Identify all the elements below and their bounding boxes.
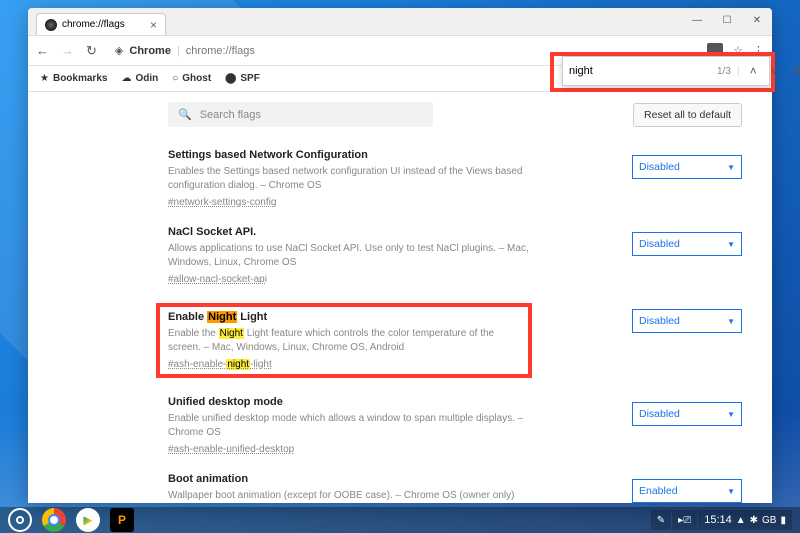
minimize-button[interactable]: — [682,8,712,32]
pen-tray-icon[interactable]: ✎ [651,510,671,530]
reset-all-button[interactable]: Reset all to default [633,103,742,127]
flag-dropdown[interactable]: Disabled [632,309,742,333]
flag-item-highlighted: Enable Night Light Enable the Night Ligh… [168,295,752,388]
app-icon[interactable]: P [110,508,134,532]
flag-description: Allows applications to use NaCl Socket A… [168,242,558,270]
system-tray[interactable]: ✎ ▸⎚ 15:14 ▲ ✱ GB ▮ [651,510,792,530]
search-flags-input[interactable]: 🔍 Search flags [168,102,433,127]
flag-anchor[interactable]: #allow-nacl-socket-api [168,274,558,285]
clock: 15:14 [704,514,732,526]
reload-button[interactable]: ↻ [86,43,97,59]
flag-item: Boot animation Wallpaper boot animation … [168,465,752,503]
flag-description: Enables the Settings based network confi… [168,165,558,193]
flag-dropdown[interactable]: Disabled [632,155,742,179]
maximize-button[interactable]: ☐ [712,8,742,32]
find-close-icon[interactable]: ✕ [788,62,800,80]
cast-tray-icon[interactable]: ▸⎚ [672,510,697,530]
find-prev-icon[interactable]: ˄ [746,62,761,80]
close-button[interactable]: ✕ [742,8,772,32]
bookmark-item[interactable]: ○ Ghost [172,73,211,84]
site-info-icon[interactable]: ◈ [115,44,123,57]
flag-description: Enable the Night Light feature which con… [168,327,520,355]
launcher-button[interactable] [8,508,32,532]
find-input[interactable] [569,65,711,77]
flag-title: Boot animation [168,473,558,485]
find-count: 1/3 [717,66,731,77]
wifi-icon: ▲ [736,515,746,526]
battery-icon: ▮ [780,515,786,526]
search-icon: 🔍 [178,108,192,121]
language-indicator: GB [762,515,776,526]
back-button[interactable]: ← [36,43,49,59]
flag-title: NaCl Socket API. [168,226,558,238]
tab-favicon-icon [45,19,57,31]
page-content[interactable]: 🔍 Search flags Reset all to default Sett… [28,92,772,503]
flag-description: Wallpaper boot animation (except for OOB… [168,489,558,503]
window-controls: — ☐ ✕ [682,8,772,32]
annotation-highlight-box: Enable Night Light Enable the Night Ligh… [156,303,532,378]
flag-item: Settings based Network Configuration Ena… [168,141,752,218]
bookmark-item[interactable]: ★ Bookmarks [40,73,107,84]
flag-item: NaCl Socket API. Allows applications to … [168,218,752,295]
find-next-icon[interactable]: ˅ [767,62,782,80]
bookmark-item[interactable]: ☁ Odin [121,73,158,84]
search-match: night [226,359,250,370]
search-match-current: Night [207,311,237,323]
flag-title: Unified desktop mode [168,396,558,408]
tab-title: chrome://flags [62,19,125,30]
bookmark-item[interactable]: ⬤ SPF [225,73,260,85]
play-store-icon[interactable] [76,508,100,532]
forward-button[interactable]: → [61,43,74,59]
address-scheme: Chrome [129,45,171,57]
titlebar: chrome://flags × — ☐ ✕ [28,8,772,36]
flag-item: Unified desktop mode Enable unified desk… [168,388,752,465]
tab-close-icon[interactable]: × [150,18,157,32]
browser-tab[interactable]: chrome://flags × [36,13,166,35]
find-in-page-bar: 1/3 | ˄ ˅ ✕ [562,56,770,86]
flag-anchor[interactable]: #ash-enable-night-light [168,359,520,370]
flag-description: Enable unified desktop mode which allows… [168,412,558,440]
bluetooth-icon: ✱ [750,515,758,526]
flag-dropdown[interactable]: Disabled [632,232,742,256]
search-match: Night [219,328,244,339]
flag-anchor[interactable]: #ash-enable-unified-desktop [168,444,558,455]
flag-dropdown[interactable]: Disabled [632,402,742,426]
flag-anchor[interactable]: #network-settings-config [168,197,558,208]
flag-dropdown[interactable]: Enabled [632,479,742,503]
chrome-icon[interactable] [42,508,66,532]
flag-title: Settings based Network Configuration [168,149,558,161]
taskbar: P ✎ ▸⎚ 15:14 ▲ ✱ GB ▮ [0,507,800,533]
address-path: chrome://flags [186,45,255,57]
flag-title: Enable Night Light [168,311,520,323]
status-tray[interactable]: 15:14 ▲ ✱ GB ▮ [698,510,792,530]
